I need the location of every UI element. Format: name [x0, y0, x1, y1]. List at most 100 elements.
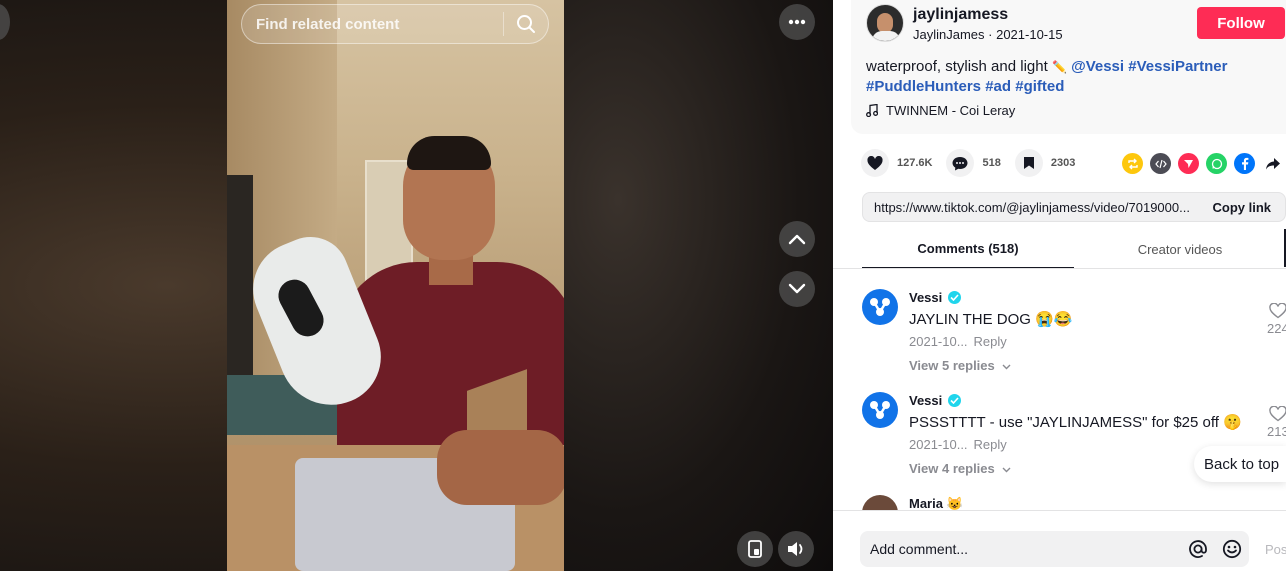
volume-button[interactable] — [778, 531, 814, 567]
comment-like-button[interactable]: 213 — [1267, 406, 1286, 439]
video-pane — [0, 0, 833, 571]
facebook-button[interactable] — [1234, 153, 1255, 174]
arm — [437, 430, 564, 505]
save-button[interactable]: 2303 — [1014, 149, 1076, 177]
music-note-icon — [866, 104, 878, 117]
reply-button[interactable]: Reply — [974, 437, 1007, 452]
view-replies-button[interactable]: View 5 replies — [909, 358, 1011, 373]
facebook-icon — [1241, 157, 1248, 170]
hashtag-link[interactable]: #ad — [985, 78, 1011, 95]
repost-button[interactable] — [1122, 153, 1143, 174]
share-link-box: https://www.tiktok.com/@jaylinjamess/vid… — [862, 192, 1286, 222]
hashtag-link[interactable]: #VessiPartner — [1128, 58, 1227, 75]
reply-button[interactable]: Reply — [974, 334, 1007, 349]
commenter-name-text: Vessi — [909, 290, 943, 305]
comment-icon — [946, 149, 975, 177]
author-meta: JaylinJames · 2021-10-15 — [913, 27, 1063, 42]
tab-creator-videos[interactable]: Creator videos — [1074, 229, 1286, 269]
back-to-top-button[interactable]: Back to top — [1194, 446, 1286, 482]
video-link[interactable]: https://www.tiktok.com/@jaylinjamess/vid… — [863, 200, 1202, 215]
like-count: 127.6K — [897, 157, 933, 169]
commenter-avatar[interactable] — [862, 289, 898, 325]
chevron-down-icon — [788, 283, 806, 294]
picture-in-picture-icon — [748, 540, 762, 558]
previous-video-button[interactable] — [779, 221, 815, 257]
emoji-button[interactable] — [1215, 531, 1249, 567]
comment-meta: 2021-10... Reply — [909, 334, 1007, 349]
share-arrow-icon — [1265, 157, 1280, 169]
hashtag-link[interactable]: #gifted — [1015, 78, 1064, 95]
picture-in-picture-button[interactable] — [737, 531, 773, 567]
hashtag-link[interactable]: #PuddleHunters — [866, 78, 981, 95]
comment-input[interactable] — [860, 531, 1181, 567]
vessi-logo-icon — [870, 298, 890, 316]
embed-button[interactable] — [1150, 153, 1171, 174]
post-comment-button[interactable]: Post — [1265, 542, 1286, 557]
share-buttons — [1122, 153, 1283, 174]
comment-composer: Post — [833, 510, 1286, 571]
music-link[interactable]: TWINNEM - Coi Leray — [866, 103, 1015, 118]
mirror — [227, 175, 253, 385]
view-replies-label: View 5 replies — [909, 358, 995, 373]
at-sign-icon — [1189, 540, 1207, 558]
chevron-down-icon — [1002, 364, 1011, 370]
author-avatar[interactable] — [866, 4, 904, 42]
comment-button[interactable]: 518 — [946, 149, 1001, 177]
heart-outline-icon — [1269, 406, 1286, 422]
bookmark-icon — [1014, 149, 1043, 177]
chevron-down-icon — [1002, 467, 1011, 473]
meta-separator: · — [984, 27, 997, 42]
paper-plane-icon — [1184, 160, 1193, 168]
whatsapp-icon — [1211, 158, 1222, 169]
avatar-face — [877, 13, 893, 33]
like-button[interactable]: 127.6K — [861, 149, 932, 177]
author-username[interactable]: jaylinjamess — [913, 6, 1008, 24]
comment-text: JAYLIN THE DOG 😭😂 — [909, 311, 1073, 328]
verified-badge-icon — [948, 291, 962, 304]
view-replies-button[interactable]: View 4 replies — [909, 461, 1011, 476]
music-title: TWINNEM - Coi Leray — [886, 103, 1016, 118]
mention-link[interactable]: @Vessi — [1071, 58, 1124, 75]
hair — [407, 136, 491, 170]
whatsapp-button[interactable] — [1206, 153, 1227, 174]
post-date: 2021-10-15 — [996, 27, 1063, 42]
search-icon — [517, 15, 535, 33]
next-video-button[interactable] — [779, 271, 815, 307]
comment-text: PSSSTTTT - use "JAYLINJAMESS" for $25 of… — [909, 414, 1242, 431]
search-input[interactable] — [242, 5, 503, 43]
commenter-avatar[interactable] — [862, 392, 898, 428]
verified-badge-icon — [948, 394, 962, 407]
comment-date: 2021-10... — [909, 334, 968, 349]
author-nickname[interactable]: JaylinJames — [913, 27, 985, 42]
tabs-divider — [833, 268, 1286, 269]
view-replies-label: View 4 replies — [909, 461, 995, 476]
follow-button[interactable]: Follow — [1197, 7, 1285, 39]
heart-outline-icon — [1269, 303, 1286, 319]
save-count: 2303 — [1050, 157, 1076, 169]
send-to-friends-button[interactable] — [1178, 153, 1199, 174]
details-panel: jaylinjamess JaylinJames · 2021-10-15 Fo… — [833, 0, 1286, 571]
search-button[interactable] — [504, 5, 548, 43]
emoji-icon — [1222, 539, 1242, 559]
copy-link-button[interactable]: Copy link — [1202, 200, 1285, 215]
comment-input-box — [860, 531, 1249, 567]
more-options-button[interactable] — [779, 4, 815, 40]
engagement-stats: 127.6K 518 2303 — [861, 149, 1089, 177]
comment-like-count: 213 — [1267, 424, 1286, 439]
video-player[interactable] — [227, 0, 564, 571]
comment-like-button[interactable]: 224 — [1267, 303, 1286, 336]
ellipsis-icon — [788, 19, 806, 25]
mention-button[interactable] — [1181, 531, 1215, 567]
description-emoji: ✏️ — [1051, 60, 1067, 74]
tab-comments[interactable]: Comments (518) — [862, 229, 1074, 269]
commenter-name[interactable]: Vessi — [909, 290, 962, 305]
comment-meta: 2021-10... Reply — [909, 437, 1007, 452]
commenter-name[interactable]: Vessi — [909, 393, 962, 408]
description-text: waterproof, stylish and light — [866, 58, 1048, 75]
vessi-logo-icon — [870, 401, 890, 419]
video-description: waterproof, stylish and light ✏️ @Vessi … — [866, 57, 1286, 96]
comment-date: 2021-10... — [909, 437, 968, 452]
avatar-shirt — [872, 31, 900, 41]
more-share-button[interactable] — [1262, 153, 1283, 174]
heart-icon — [861, 149, 889, 177]
